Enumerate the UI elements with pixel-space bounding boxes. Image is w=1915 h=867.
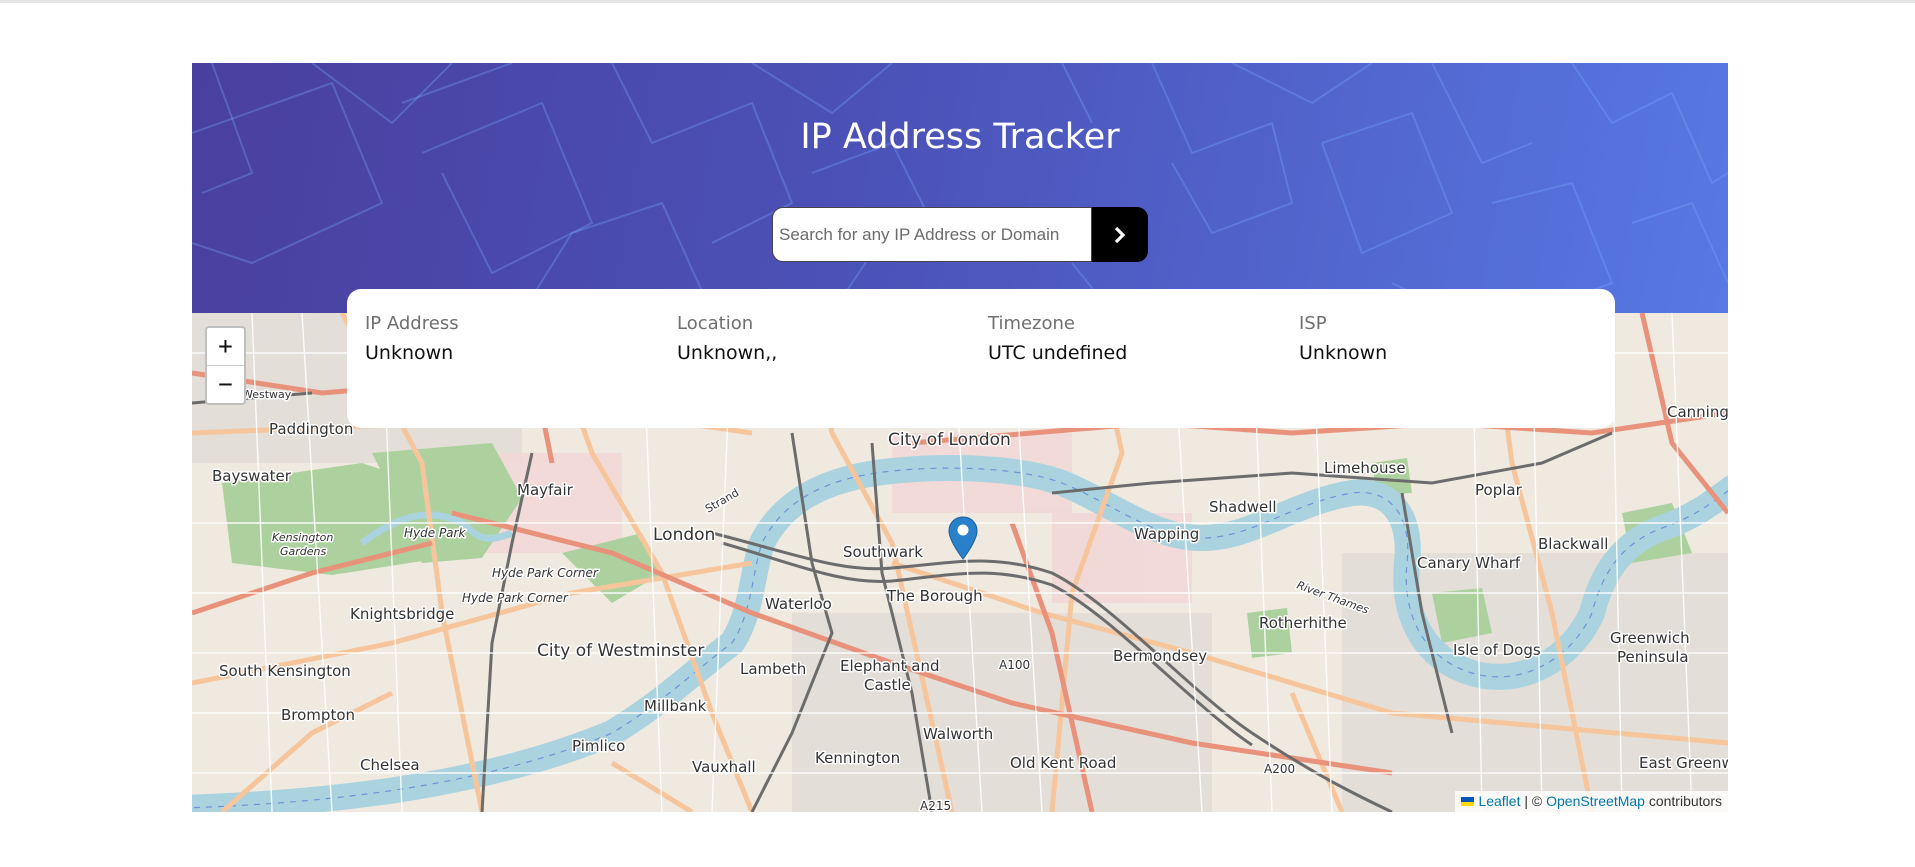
info-ip-value: Unknown <box>365 342 454 364</box>
info-location-value: Unknown,, <box>677 342 778 364</box>
top-border <box>0 0 1915 3</box>
map-label: Elephant and <box>840 657 939 675</box>
map-label: The Borough <box>886 587 983 605</box>
header-pattern <box>192 63 1728 313</box>
map-label: Southwark <box>843 543 923 561</box>
map-label: Canning <box>1667 403 1728 421</box>
info-isp: ISP Unknown <box>1299 313 1387 364</box>
map-label: Vauxhall <box>692 758 756 776</box>
header: IP Address Tracker <box>192 63 1728 313</box>
app-container: IP Address Tracker IP Address Unknown Lo… <box>192 63 1728 812</box>
map-label: Castle <box>864 676 911 694</box>
map-label: City of Westminster <box>537 641 704 661</box>
map-label: Peninsula <box>1617 648 1689 666</box>
zoom-in-button[interactable]: + <box>207 328 244 365</box>
map-label: Hyde Park Corner <box>462 591 569 605</box>
map-label: Wapping <box>1134 525 1199 543</box>
submit-button[interactable] <box>1092 207 1148 262</box>
map-label: Lambeth <box>740 660 806 678</box>
zoom-control: + − <box>205 326 246 405</box>
info-timezone: Timezone UTC undefined <box>988 313 1127 364</box>
map-label: Isle of Dogs <box>1453 641 1541 659</box>
search-input[interactable] <box>772 207 1092 262</box>
map-label: Westway <box>242 388 292 401</box>
ukraine-flag-icon <box>1461 797 1475 806</box>
map-label: Millbank <box>644 697 707 715</box>
attribution-suffix: contributors <box>1644 793 1722 809</box>
map-label: Waterloo <box>765 595 832 613</box>
map-label: Bayswater <box>212 467 292 485</box>
map-marker-icon[interactable] <box>948 516 978 560</box>
map-label: Paddington <box>269 420 353 438</box>
info-location: Location Unknown,, <box>677 313 777 364</box>
attribution-separator: | © <box>1520 793 1547 809</box>
map-label: Old Kent Road <box>1010 754 1116 772</box>
map-label: South Kensington <box>219 662 351 680</box>
chevron-right-icon <box>1114 226 1126 243</box>
map-label: Rotherhithe <box>1259 614 1347 632</box>
openstreetmap-link[interactable]: OpenStreetMap <box>1546 793 1645 809</box>
map-label: Canary Wharf <box>1417 554 1521 572</box>
info-isp-label: ISP <box>1299 313 1327 334</box>
map-label: Kensington <box>272 531 333 544</box>
map-label: Hyde Park Corner <box>492 566 599 580</box>
map-label: A215 <box>920 799 951 812</box>
map-label: Limehouse <box>1324 459 1406 477</box>
leaflet-link[interactable]: Leaflet <box>1478 793 1520 809</box>
map-label: A200 <box>1264 762 1295 776</box>
map-label: Shadwell <box>1209 498 1277 516</box>
map-attribution: Leaflet | © OpenStreetMap contributors <box>1455 791 1728 812</box>
search-bar <box>772 207 1148 262</box>
map-label: Knightsbridge <box>350 605 454 623</box>
info-timezone-label: Timezone <box>988 313 1075 334</box>
map-label: Bermondsey <box>1113 647 1207 665</box>
map-label: Greenwich <box>1610 629 1690 647</box>
zoom-out-button[interactable]: − <box>207 365 244 403</box>
map-label: Blackwall <box>1538 535 1608 553</box>
map-label: Walworth <box>923 725 993 743</box>
map-label: City of London <box>888 430 1011 450</box>
map-label: A100 <box>999 658 1030 672</box>
info-ip: IP Address Unknown <box>365 313 459 364</box>
map-label: Gardens <box>280 545 327 558</box>
map-label: Hyde Park <box>404 526 466 540</box>
info-isp-value: Unknown <box>1299 342 1388 364</box>
map-label: London <box>653 525 715 545</box>
info-ip-label: IP Address <box>365 313 459 334</box>
info-location-label: Location <box>677 313 754 334</box>
map-label: Chelsea <box>360 756 420 774</box>
page-title: IP Address Tracker <box>800 117 1120 157</box>
info-card: IP Address Unknown Location Unknown,, Ti… <box>347 289 1615 428</box>
map-label: Mayfair <box>517 481 574 499</box>
map-label: Pimlico <box>572 737 625 755</box>
map-label: East Greenwi <box>1639 754 1728 772</box>
map-label: Brompton <box>281 706 355 724</box>
map-label: Kennington <box>815 749 900 767</box>
map-label: Poplar <box>1475 481 1523 499</box>
info-timezone-value: UTC undefined <box>988 342 1128 364</box>
